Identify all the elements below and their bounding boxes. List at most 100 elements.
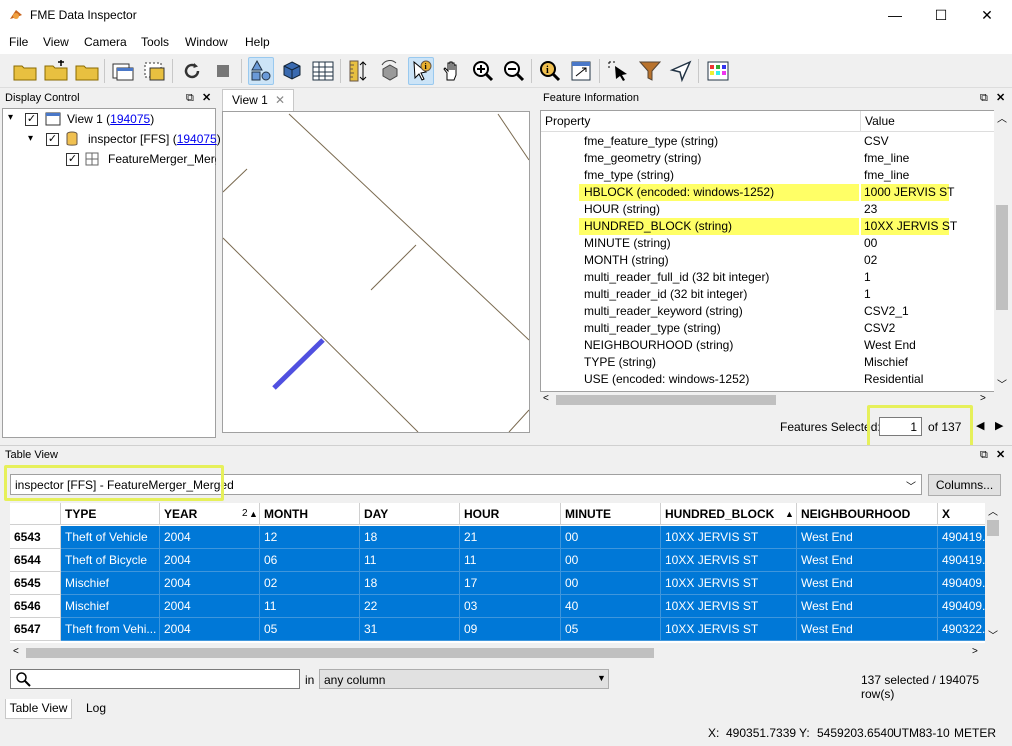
table-cell[interactable]: 490419.0 [938,526,985,549]
tree-item-layer[interactable]: FeatureMerger_Merged [108,152,216,166]
feature-info-row[interactable]: MONTH (string) 02 [541,252,981,269]
select-inspect-icon[interactable]: i [408,57,434,85]
add-dataset-icon[interactable] [43,57,69,85]
search-field[interactable] [10,669,300,689]
inspect-icon[interactable]: i [537,57,563,85]
scroll-up-icon[interactable]: ︿ [997,110,1007,125]
table-cell[interactable]: 10XX JERVIS ST [661,549,797,572]
table-cell[interactable]: 00 [561,549,661,572]
table-cell[interactable]: 2004 [160,595,260,618]
table-cell[interactable]: 18 [360,572,460,595]
feature-info-row[interactable]: NEIGHBOURHOOD (string) West End [541,337,981,354]
refresh-icon[interactable] [179,57,205,85]
3d-icon[interactable] [279,57,305,85]
stop-icon[interactable] [210,57,236,85]
table-cell[interactable]: Theft of Vehicle [61,526,160,549]
col-year[interactable]: YEAR 2 ▲ [160,503,260,525]
row-id[interactable]: 6546 [10,595,61,618]
folder-icon[interactable] [74,57,100,85]
feature-info-row[interactable]: multi_reader_full_id (32 bit integer) 1 [541,269,981,286]
new-view-icon[interactable] [110,57,136,85]
feature-info-row[interactable]: fme_geometry (string) fme_line [541,150,981,167]
col-minute[interactable]: MINUTE [561,503,661,525]
close-panel-icon[interactable]: ✕ [996,448,1005,462]
hscroll-thumb[interactable] [26,648,654,658]
menu-tools[interactable]: Tools [141,35,169,49]
feature-info-row[interactable]: HOUR (string) 23 [541,201,981,218]
table-cell[interactable]: 09 [460,618,561,641]
table-cell[interactable]: Theft of Bicycle [61,549,160,572]
next-feature-icon[interactable]: ▶ [995,419,1003,432]
col-type[interactable]: TYPE [61,503,160,525]
maximize-button[interactable]: ☐ [918,0,964,30]
table-cell[interactable]: 05 [260,618,360,641]
minimize-button[interactable]: — [872,0,918,30]
table-cell[interactable]: 31 [360,618,460,641]
table-cell[interactable]: 02 [260,572,360,595]
dataset-count-link[interactable]: 194075 [177,132,217,146]
pan-hand-icon[interactable] [439,57,465,85]
scroll-right-icon[interactable]: > [980,393,986,404]
table-cell[interactable]: 10XX JERVIS ST [661,618,797,641]
col-hour[interactable]: HOUR [460,503,561,525]
feature-info-vscroll[interactable]: ︿ ﹀ [994,110,1010,392]
hscroll-thumb[interactable] [556,395,776,405]
zoom-in-icon[interactable] [470,57,496,85]
feature-info-row[interactable]: fme_feature_type (string) CSV [541,133,981,150]
table-row[interactable]: 6543 Theft of Vehicle 2004 12 18 21 00 10XX JER… [10,526,985,549]
feature-info-row[interactable]: fme_type (string) fme_line [541,167,981,184]
tab-view1[interactable]: View 1 ✕ [222,89,294,111]
table-cell[interactable]: 21 [460,526,561,549]
feature-info-row[interactable]: USE (encoded: windows-1252) Residential [541,371,981,388]
table-cell[interactable]: 06 [260,549,360,572]
close-panel-icon[interactable]: ✕ [202,91,211,105]
table-cell[interactable]: 05 [561,618,661,641]
table-cell[interactable]: 2004 [160,572,260,595]
layer-checkbox[interactable]: ✓ [66,153,79,166]
table-cell[interactable]: 22 [360,595,460,618]
table-cell[interactable]: 490419.0 [938,549,985,572]
color-palette-icon[interactable] [705,57,731,85]
col-value[interactable]: Value [865,114,895,128]
table-cell[interactable]: 2004 [160,549,260,572]
tab-log[interactable]: Log [76,699,116,719]
table-cell[interactable]: 00 [561,526,661,549]
table-cell[interactable]: 12 [260,526,360,549]
table-vscroll[interactable]: ︿ ﹀ [985,503,1001,643]
table-cell[interactable]: 10XX JERVIS ST [661,595,797,618]
table-row[interactable]: 6547 Theft from Vehi... 2004 05 31 09 05 10XX J… [10,618,985,641]
table-cell[interactable]: 03 [460,595,561,618]
table-cell[interactable]: Theft from Vehi... [61,618,160,641]
table-cell[interactable]: 10XX JERVIS ST [661,526,797,549]
scroll-up-icon[interactable]: ︿ [988,503,998,518]
table-cell[interactable]: 2004 [160,526,260,549]
feature-info-row[interactable]: multi_reader_keyword (string) CSV2_1 [541,303,981,320]
selected-feature-line[interactable] [272,338,325,390]
table-cell[interactable]: 490409.0 [938,572,985,595]
zoom-extent-icon[interactable] [568,57,594,85]
view-count-link[interactable]: 194075 [110,112,150,126]
row-id[interactable]: 6545 [10,572,61,595]
view-checkbox[interactable]: ✓ [25,113,38,126]
close-panel-icon[interactable]: ✕ [996,91,1005,105]
feature-info-row[interactable]: multi_reader_id (32 bit integer) 1 [541,286,981,303]
table-cell[interactable]: 490322.0 [938,618,985,641]
table-cell[interactable]: 40 [561,595,661,618]
table-cell[interactable]: West End [797,526,938,549]
table-cell[interactable]: West End [797,595,938,618]
rotate-icon[interactable] [377,57,403,85]
row-id[interactable]: 6547 [10,618,61,641]
menu-camera[interactable]: Camera [84,35,127,49]
table-cell[interactable]: Mischief [61,595,160,618]
row-header-corner[interactable] [10,503,61,525]
table-row[interactable]: 6544 Theft of Bicycle 2004 06 11 11 00 10XX JER… [10,549,985,572]
select-arrow-icon[interactable] [606,57,632,85]
zoom-out-icon[interactable] [501,57,527,85]
table-cell[interactable]: West End [797,618,938,641]
table-row[interactable]: 6545 Mischief 2004 02 18 17 00 10XX JERVIS ST We… [10,572,985,595]
table-cell[interactable]: West End [797,572,938,595]
table-cell[interactable]: 10XX JERVIS ST [661,572,797,595]
expand-arrow-icon[interactable]: ▾ [8,112,13,123]
menu-help[interactable]: Help [245,35,270,49]
table-cell[interactable]: Mischief [61,572,160,595]
